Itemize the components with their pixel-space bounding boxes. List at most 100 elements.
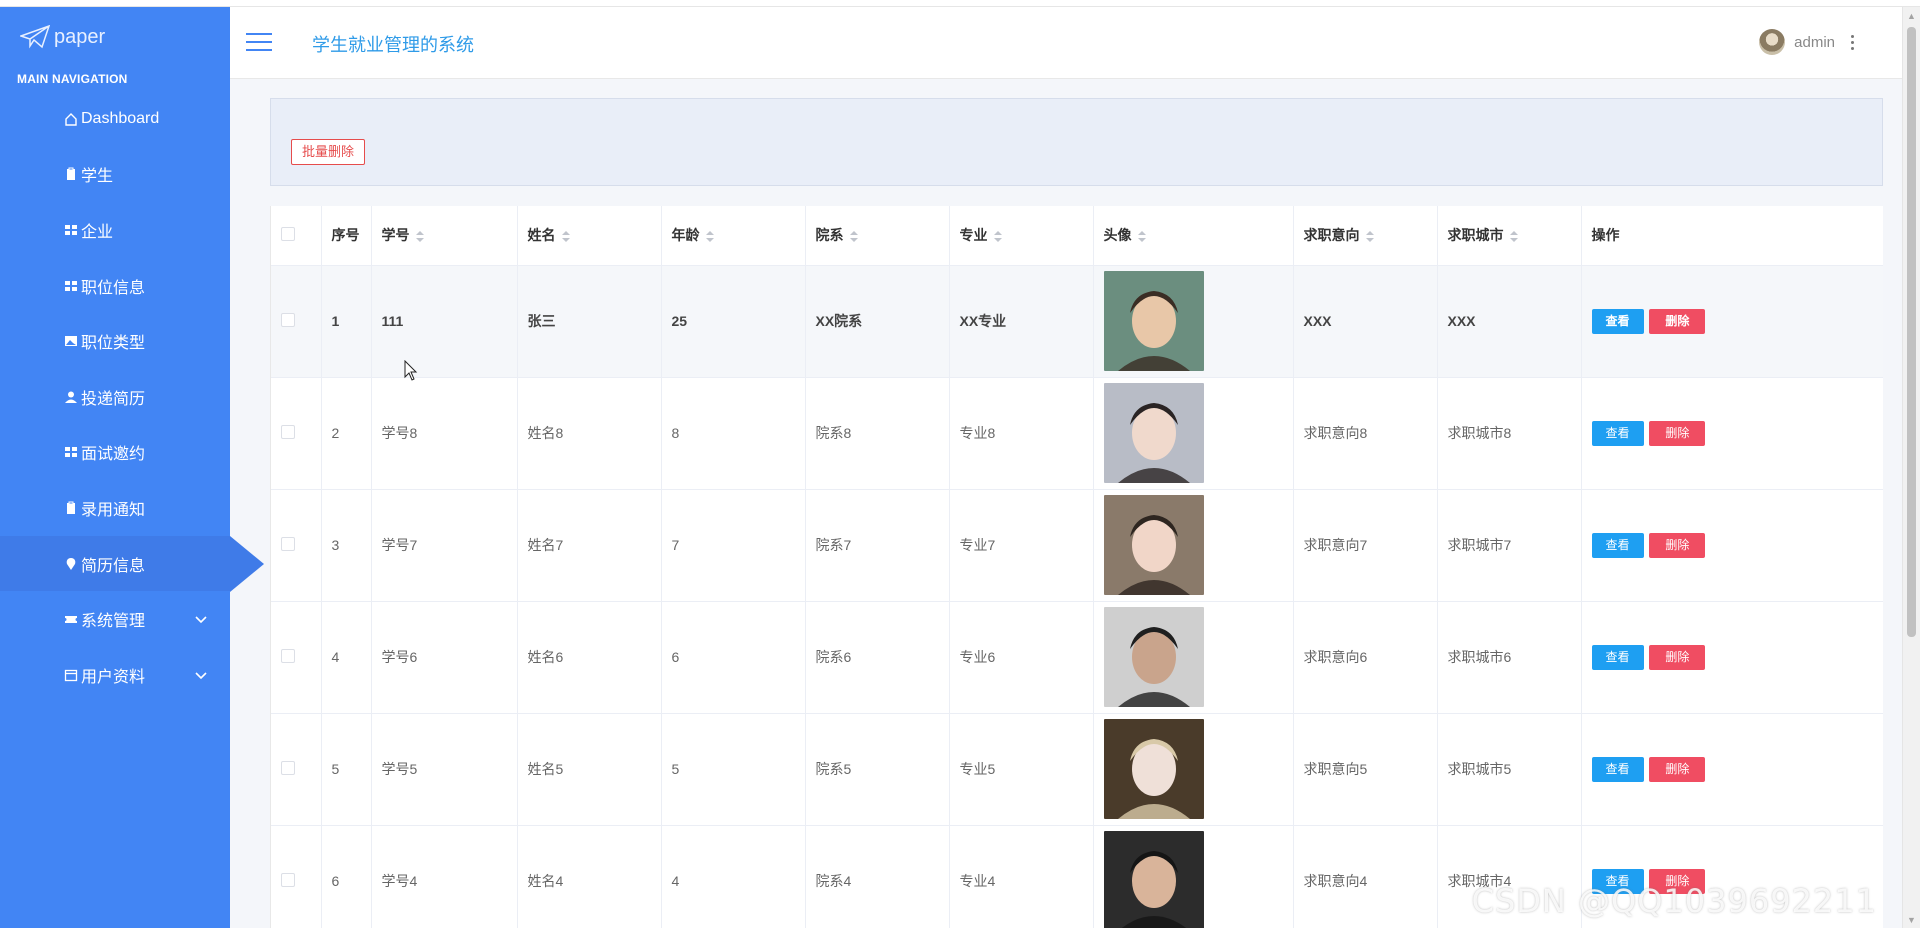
cell-name: 姓名5 [517, 713, 662, 826]
column-header: 序号 [321, 206, 372, 266]
nav-caption: MAIN NAVIGATION [17, 72, 128, 86]
view-button[interactable]: 查看 [1591, 420, 1644, 446]
avatar-photo [1103, 495, 1204, 595]
sidebar-item-7[interactable]: 面试邀约 [0, 425, 230, 481]
column-header[interactable]: 院系 [805, 206, 950, 266]
row-select-cell[interactable] [271, 825, 322, 928]
sort-icon[interactable] [849, 230, 858, 243]
chevron-down-icon[interactable] [194, 669, 208, 687]
cell-sno: 学号7 [371, 489, 518, 602]
page-title: 学生就业管理的系统 [312, 35, 474, 55]
row-checkbox[interactable] [281, 536, 295, 551]
sort-icon[interactable] [1509, 230, 1518, 243]
sidebar-item-10[interactable]: 系统管理 [0, 591, 230, 647]
sort-icon[interactable] [415, 230, 424, 243]
view-button[interactable]: 查看 [1591, 644, 1644, 670]
vertical-scrollbar[interactable]: ▲ ▼ [1902, 7, 1920, 928]
scroll-up-arrow-icon[interactable]: ▲ [1903, 7, 1920, 24]
cell-name: 姓名7 [517, 489, 662, 602]
delete-button[interactable]: 删除 [1649, 644, 1706, 670]
grid-icon [64, 279, 78, 293]
cell-idx: 3 [321, 489, 372, 602]
select-all-checkbox[interactable] [281, 226, 295, 241]
brand-logo[interactable]: paper [0, 7, 230, 67]
scroll-thumb[interactable] [1907, 27, 1916, 637]
mouse-cursor-icon [404, 360, 418, 381]
sidebar-item-4[interactable]: 职位信息 [0, 258, 230, 314]
sort-icon[interactable] [993, 230, 1002, 243]
cell-name: 姓名8 [517, 377, 662, 490]
cell-major: XX专业 [949, 265, 1094, 378]
sidebar-item-label: 面试邀约 [81, 446, 146, 464]
row-select-cell[interactable] [271, 489, 322, 602]
sort-icon[interactable] [561, 230, 570, 243]
delete-button[interactable]: 删除 [1649, 756, 1706, 782]
header-select-all[interactable] [271, 206, 322, 266]
user-menu[interactable]: admin [1759, 29, 1854, 55]
cell-name: 张三 [517, 265, 662, 378]
column-header[interactable]: 头像 [1093, 206, 1294, 266]
chevron-down-icon[interactable] [194, 613, 208, 631]
cell-age: 25 [661, 265, 806, 378]
column-header[interactable]: 年龄 [661, 206, 806, 266]
scroll-down-arrow-icon[interactable]: ▼ [1903, 911, 1920, 928]
table-row: 1 111 张三 25 XX院系 XX专业 XXX XXX 查看 删除 [271, 265, 1883, 378]
column-header[interactable]: 专业 [949, 206, 1094, 266]
cell-intent: 求职意向5 [1293, 713, 1438, 826]
sidebar-item-1[interactable]: Dashboard [0, 91, 230, 147]
delete-button[interactable]: 删除 [1649, 420, 1706, 446]
calendar-icon [64, 668, 78, 682]
sort-icon[interactable] [1365, 230, 1374, 243]
column-header[interactable]: 学号 [371, 206, 518, 266]
row-select-cell[interactable] [271, 713, 322, 826]
delete-button[interactable]: 删除 [1649, 308, 1706, 334]
more-vertical-icon[interactable] [1851, 34, 1854, 50]
sidebar-item-6[interactable]: 投递简历 [0, 369, 230, 425]
cell-sno: 111 [371, 265, 518, 378]
view-button[interactable]: 查看 [1591, 532, 1644, 558]
grid-icon [64, 223, 78, 237]
cell-age: 7 [661, 489, 806, 602]
view-button[interactable]: 查看 [1591, 308, 1644, 334]
sidebar-item-label: 学生 [81, 168, 114, 186]
column-header[interactable]: 求职意向 [1293, 206, 1438, 266]
row-select-cell[interactable] [271, 265, 322, 378]
table-row: 3 学号7 姓名7 7 院系7 专业7 求职意向7 求职城市7 查看 删除 [271, 489, 1883, 602]
row-checkbox[interactable] [281, 648, 295, 663]
cell-major: 专业7 [949, 489, 1094, 602]
column-header[interactable]: 求职城市 [1437, 206, 1582, 266]
sort-icon[interactable] [705, 230, 714, 243]
cell-age: 8 [661, 377, 806, 490]
view-button[interactable]: 查看 [1591, 756, 1644, 782]
sidebar-item-9[interactable]: 简历信息 [0, 535, 264, 592]
watermark: CSDN @QQ1039692211 [1471, 882, 1877, 920]
sidebar-item-11[interactable]: 用户资料 [0, 647, 230, 703]
delete-button[interactable]: 删除 [1649, 532, 1706, 558]
batch-delete-button[interactable]: 批量删除 [291, 139, 366, 165]
row-checkbox[interactable] [281, 872, 295, 887]
paper-plane-icon [20, 25, 50, 49]
row-select-cell[interactable] [271, 377, 322, 490]
cell-actions: 查看 删除 [1581, 713, 1883, 826]
row-checkbox[interactable] [281, 312, 295, 327]
sidebar-item-label: 系统管理 [81, 613, 146, 631]
column-header[interactable]: 姓名 [517, 206, 662, 266]
grid-icon [64, 445, 78, 459]
row-select-cell[interactable] [271, 601, 322, 714]
sidebar-item-3[interactable]: 企业 [0, 202, 230, 258]
row-checkbox[interactable] [281, 424, 295, 439]
cell-age: 4 [661, 825, 806, 928]
sidebar: paper MAIN NAVIGATION Dashboard 学生企业 职位信息职… [0, 7, 264, 928]
sidebar-item-label: Dashboard [81, 109, 160, 127]
row-checkbox[interactable] [281, 760, 295, 775]
sidebar-item-2[interactable]: 学生 [0, 147, 230, 203]
cell-avatar [1093, 377, 1294, 490]
cell-dept: 院系4 [805, 825, 950, 928]
cell-age: 5 [661, 713, 806, 826]
sidebar-item-label: 简历信息 [81, 557, 146, 575]
sidebar-item-5[interactable]: 职位类型 [0, 313, 230, 369]
clipboard-icon [64, 167, 78, 181]
menu-toggle-button[interactable] [246, 33, 272, 53]
sort-icon[interactable] [1137, 230, 1146, 243]
sidebar-item-8[interactable]: 录用通知 [0, 480, 230, 536]
